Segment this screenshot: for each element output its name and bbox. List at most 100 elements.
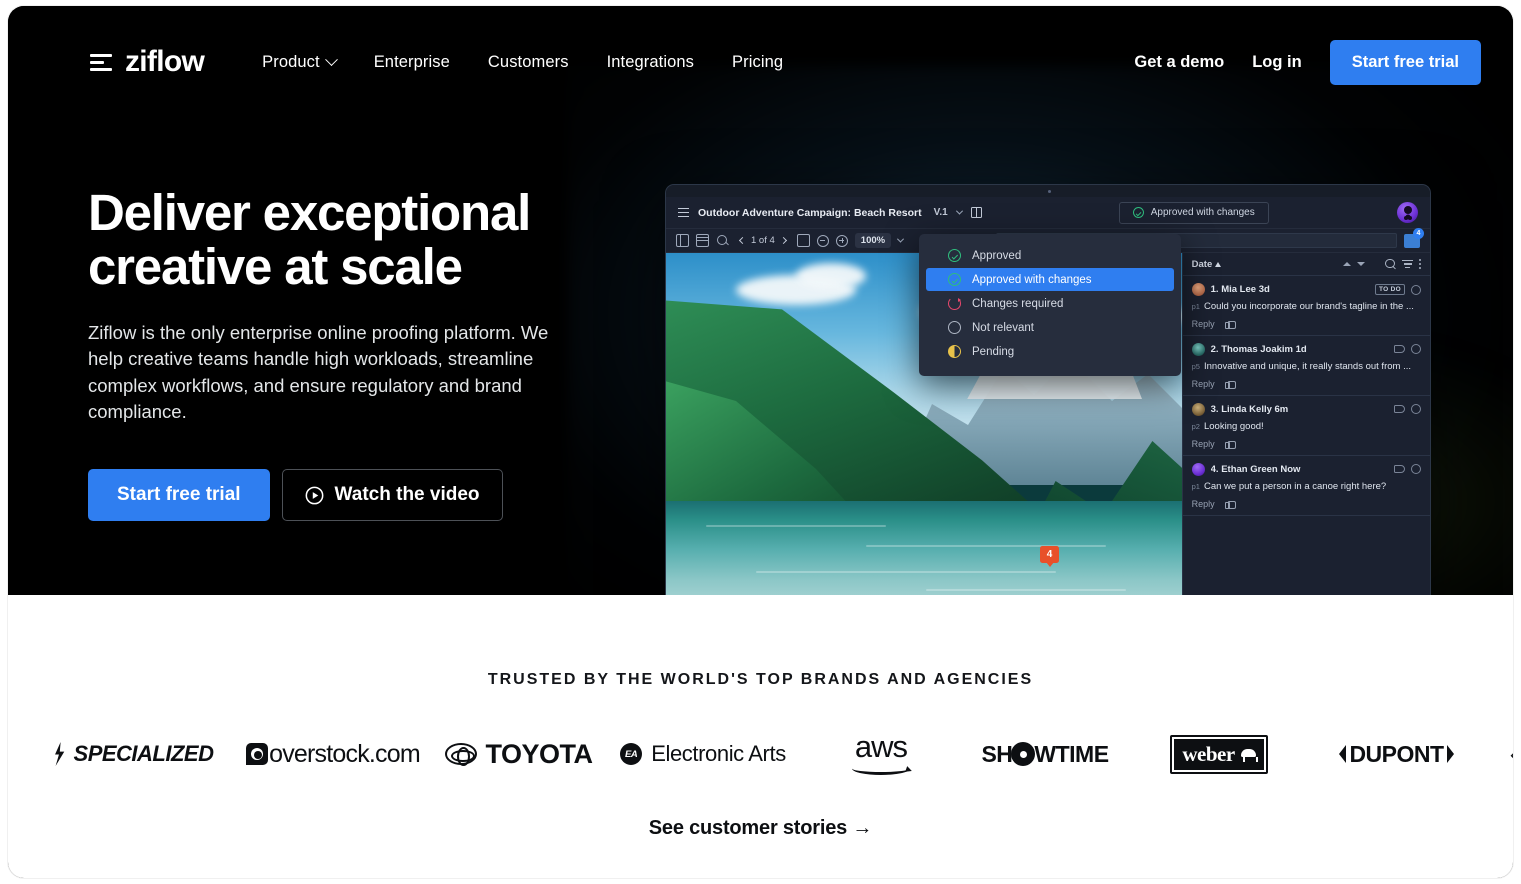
top-navigation-bar: ziflow Product Enterprise Customers Inte… bbox=[8, 6, 1513, 118]
status-option-pending[interactable]: Pending bbox=[926, 340, 1174, 363]
page-pager[interactable]: 1 of 4 bbox=[738, 235, 787, 246]
search-icon[interactable] bbox=[1385, 258, 1396, 270]
brand-logo[interactable]: ziflow bbox=[90, 47, 205, 77]
resolve-circle-icon[interactable] bbox=[1411, 404, 1421, 415]
login-link[interactable]: Log in bbox=[1238, 45, 1315, 80]
status-option-approved-with-changes[interactable]: Approved with changes bbox=[926, 268, 1174, 291]
specialized-wordmark: Specialized bbox=[73, 741, 214, 766]
thumbnails-grid-icon[interactable] bbox=[696, 234, 709, 247]
app-topbar: Outdoor Adventure Campaign: Beach Resort… bbox=[666, 197, 1430, 229]
comment-header: 2. Thomas Joakim 1d bbox=[1191, 342, 1421, 356]
comment-text: Looking good! bbox=[1203, 420, 1264, 432]
nav-item-enterprise[interactable]: Enterprise bbox=[362, 45, 462, 80]
filter-icon[interactable] bbox=[1402, 259, 1413, 269]
see-customer-stories-link[interactable]: See customer stories → bbox=[8, 817, 1513, 840]
thumbs-up-icon[interactable] bbox=[1224, 499, 1237, 509]
brand-logo-showtime: SH WTIME bbox=[961, 725, 1129, 783]
menu-icon[interactable] bbox=[678, 207, 689, 218]
page-frame: ziflow Product Enterprise Customers Inte… bbox=[8, 6, 1513, 878]
half-circle-icon bbox=[948, 345, 961, 358]
notifications-count: 4 bbox=[1413, 227, 1424, 239]
electronic-arts-wordmark: Electronic Arts bbox=[651, 741, 786, 766]
proof-status-dropdown-menu: Approved Approved with changes Changes r… bbox=[919, 234, 1181, 376]
dupont-left-arrow-icon bbox=[1339, 745, 1347, 763]
ea-mark-icon: EA bbox=[620, 743, 643, 765]
thumbs-up-icon[interactable] bbox=[1224, 319, 1237, 329]
water-ripple bbox=[706, 525, 886, 527]
comments-sort-label: Date bbox=[1191, 258, 1213, 270]
status-option-not-relevant[interactable]: Not relevant bbox=[926, 316, 1174, 339]
start-free-trial-button-nav[interactable]: Start free trial bbox=[1329, 39, 1481, 85]
reply-link[interactable]: Reply bbox=[1192, 499, 1215, 509]
avatar bbox=[1191, 342, 1205, 356]
status-option-approved[interactable]: Approved bbox=[926, 244, 1174, 267]
comment-body: p2 Looking good! bbox=[1192, 421, 1421, 433]
hero-subtitle: Ziflow is the only enterprise online pro… bbox=[88, 322, 549, 422]
tag-icon[interactable] bbox=[1394, 405, 1405, 414]
trusted-heading: TRUSTED BY THE WORLD'S TOP BRANDS AND AG… bbox=[487, 671, 1034, 688]
dupont-wordmark: DUPONT bbox=[1349, 740, 1444, 767]
nav-item-customers[interactable]: Customers bbox=[476, 45, 581, 80]
resolve-circle-icon[interactable] bbox=[1411, 284, 1421, 295]
comment-item[interactable]: 2. Thomas Joakim 1d p5 Innovative and un… bbox=[1182, 336, 1430, 396]
resolve-circle-icon[interactable] bbox=[1411, 464, 1421, 475]
comment-item[interactable]: 3. Linda Kelly 6m p2 Looking good! Reply bbox=[1182, 396, 1430, 456]
tag-icon[interactable] bbox=[1394, 465, 1405, 474]
nav-item-product[interactable]: Product bbox=[250, 45, 348, 80]
zoom-in-icon[interactable] bbox=[835, 234, 848, 247]
search-icon[interactable] bbox=[716, 234, 729, 247]
zoom-level-value[interactable]: 100% bbox=[854, 233, 892, 248]
status-option-label: Not relevant bbox=[972, 321, 1035, 334]
next-page-icon[interactable] bbox=[779, 236, 787, 245]
chevron-down-icon bbox=[324, 52, 338, 66]
trusted-brands-section: TRUSTED BY THE WORLD'S TOP BRANDS AND AG… bbox=[8, 595, 1513, 878]
comment-text: Innovative and unique, it really stands … bbox=[1203, 360, 1411, 372]
brand-logo-partial-left: S bbox=[8, 725, 33, 783]
compare-view-icon[interactable] bbox=[970, 207, 982, 218]
reply-link[interactable]: Reply bbox=[1192, 319, 1215, 329]
comment-item[interactable]: 4. Ethan Green Now p1 Can we put a perso… bbox=[1182, 456, 1430, 516]
status-option-label: Changes required bbox=[972, 297, 1064, 310]
thumbs-up-icon[interactable] bbox=[1224, 379, 1237, 389]
nav-item-integrations[interactable]: Integrations bbox=[595, 45, 706, 80]
start-free-trial-button-hero[interactable]: Start free trial bbox=[88, 469, 270, 522]
comment-item[interactable]: 1. Mia Lee 3d TO DO p1 Could you incorpo… bbox=[1182, 276, 1430, 336]
previous-page-icon[interactable] bbox=[738, 236, 747, 245]
notifications-badge[interactable]: 4 bbox=[1404, 227, 1424, 248]
comment-body: p1 Could you incorporate our brand's tag… bbox=[1192, 301, 1421, 313]
ziflow-logo-icon bbox=[90, 53, 112, 71]
status-option-changes-required[interactable]: Changes required bbox=[926, 292, 1174, 315]
brand-logo-specialized: Specialized bbox=[33, 725, 233, 783]
reply-link[interactable]: Reply bbox=[1192, 439, 1215, 449]
zoom-out-icon[interactable] bbox=[816, 234, 829, 247]
avatar bbox=[1191, 283, 1205, 296]
next-comment-icon[interactable] bbox=[1357, 262, 1365, 266]
nav-item-product-label: Product bbox=[262, 52, 320, 71]
chevron-down-icon[interactable] bbox=[897, 235, 905, 243]
avatar[interactable] bbox=[1397, 202, 1418, 223]
tag-icon[interactable] bbox=[1394, 345, 1405, 354]
status-badge[interactable]: TO DO bbox=[1375, 284, 1405, 295]
resolve-circle-icon[interactable] bbox=[1411, 344, 1421, 355]
fit-to-screen-icon[interactable] bbox=[796, 234, 810, 247]
nav-item-pricing[interactable]: Pricing bbox=[720, 45, 795, 80]
proof-status-pill[interactable]: Approved with changes bbox=[1118, 201, 1269, 224]
app-window-chrome bbox=[666, 185, 1430, 197]
comments-sort-control[interactable]: Date bbox=[1192, 259, 1222, 270]
previous-comment-icon[interactable] bbox=[1343, 262, 1351, 266]
sidebar-toggle-icon[interactable] bbox=[676, 233, 689, 247]
hero-actions: Start free trial Watch the video bbox=[88, 469, 608, 522]
reply-link[interactable]: Reply bbox=[1192, 379, 1215, 389]
showtime-wordmark-suffix: WTIME bbox=[1034, 740, 1109, 767]
comment-marker-pin[interactable]: 4 bbox=[1040, 546, 1059, 567]
thumbs-up-icon[interactable] bbox=[1224, 439, 1237, 449]
check-circle-icon bbox=[1132, 207, 1144, 218]
more-vertical-icon[interactable] bbox=[1419, 259, 1421, 269]
comment-marker-number: 4 bbox=[1046, 549, 1053, 560]
proof-version-label[interactable]: V.1 bbox=[934, 207, 948, 218]
comments-panel-header: Date bbox=[1182, 253, 1430, 276]
watch-the-video-button[interactable]: Watch the video bbox=[281, 469, 503, 522]
get-a-demo-link[interactable]: Get a demo bbox=[1120, 45, 1238, 80]
comment-header: 1. Mia Lee 3d TO DO bbox=[1191, 283, 1421, 296]
chevron-down-icon[interactable] bbox=[955, 207, 963, 215]
